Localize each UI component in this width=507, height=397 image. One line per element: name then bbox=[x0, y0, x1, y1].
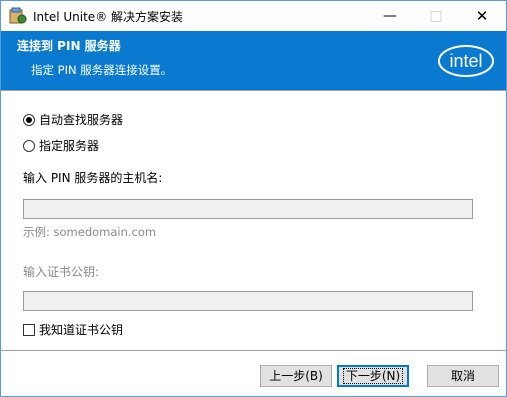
next-button[interactable]: 下一步(N) bbox=[337, 365, 409, 387]
dialog-title: 连接到 PIN 服务器 bbox=[17, 39, 121, 53]
specify-server-label: 指定服务器 bbox=[39, 139, 100, 153]
back-button-label: 上一步(B) bbox=[269, 369, 323, 383]
auto-find-server-radio[interactable]: 自动查找服务器 bbox=[23, 111, 123, 128]
close-button[interactable]: ✕ bbox=[459, 1, 505, 31]
know-cert-label: 我知道证书公钥 bbox=[39, 323, 124, 337]
footer-divider bbox=[1, 350, 506, 351]
cancel-button-label: 取消 bbox=[450, 369, 475, 383]
title-bar[interactable]: Intel Unite® 解决方案安装 — □ ✕ bbox=[1, 1, 506, 31]
installer-window: Intel Unite® 解决方案安装 — □ ✕ 连接到 PIN 服务器 指定… bbox=[0, 0, 507, 397]
minimize-button[interactable]: — bbox=[367, 1, 413, 31]
cert-key-label: 输入证书公钥: bbox=[23, 265, 100, 279]
cancel-button[interactable]: 取消 bbox=[427, 365, 499, 387]
back-button[interactable]: 上一步(B) bbox=[260, 365, 332, 387]
auto-find-server-label: 自动查找服务器 bbox=[39, 113, 124, 127]
checkbox-box[interactable] bbox=[23, 323, 35, 336]
dialog-subtitle: 指定 PIN 服务器连接设置。 bbox=[31, 63, 173, 77]
next-button-label: 下一步(N) bbox=[342, 368, 404, 384]
installer-app-icon bbox=[9, 7, 27, 24]
know-cert-checkbox[interactable]: 我知道证书公钥 bbox=[23, 321, 123, 338]
host-name-example: 示例: somedomain.com bbox=[23, 225, 157, 239]
specify-server-radio[interactable]: 指定服务器 bbox=[23, 137, 99, 154]
window-title: Intel Unite® 解决方案安装 bbox=[33, 10, 184, 24]
header-divider bbox=[1, 90, 506, 91]
maximize-button[interactable]: □ bbox=[413, 1, 459, 31]
dialog-header: 连接到 PIN 服务器 指定 PIN 服务器连接设置。 intel bbox=[1, 31, 506, 90]
radio-selected-indicator[interactable] bbox=[23, 113, 35, 126]
radio-unselected-indicator[interactable] bbox=[23, 139, 35, 152]
host-name-label: 输入 PIN 服务器的主机名: bbox=[23, 171, 163, 185]
intel-logo-text: intel bbox=[449, 51, 482, 71]
intel-logo: intel bbox=[438, 45, 494, 77]
host-name-input[interactable] bbox=[23, 199, 473, 219]
cert-key-input[interactable] bbox=[23, 291, 473, 311]
